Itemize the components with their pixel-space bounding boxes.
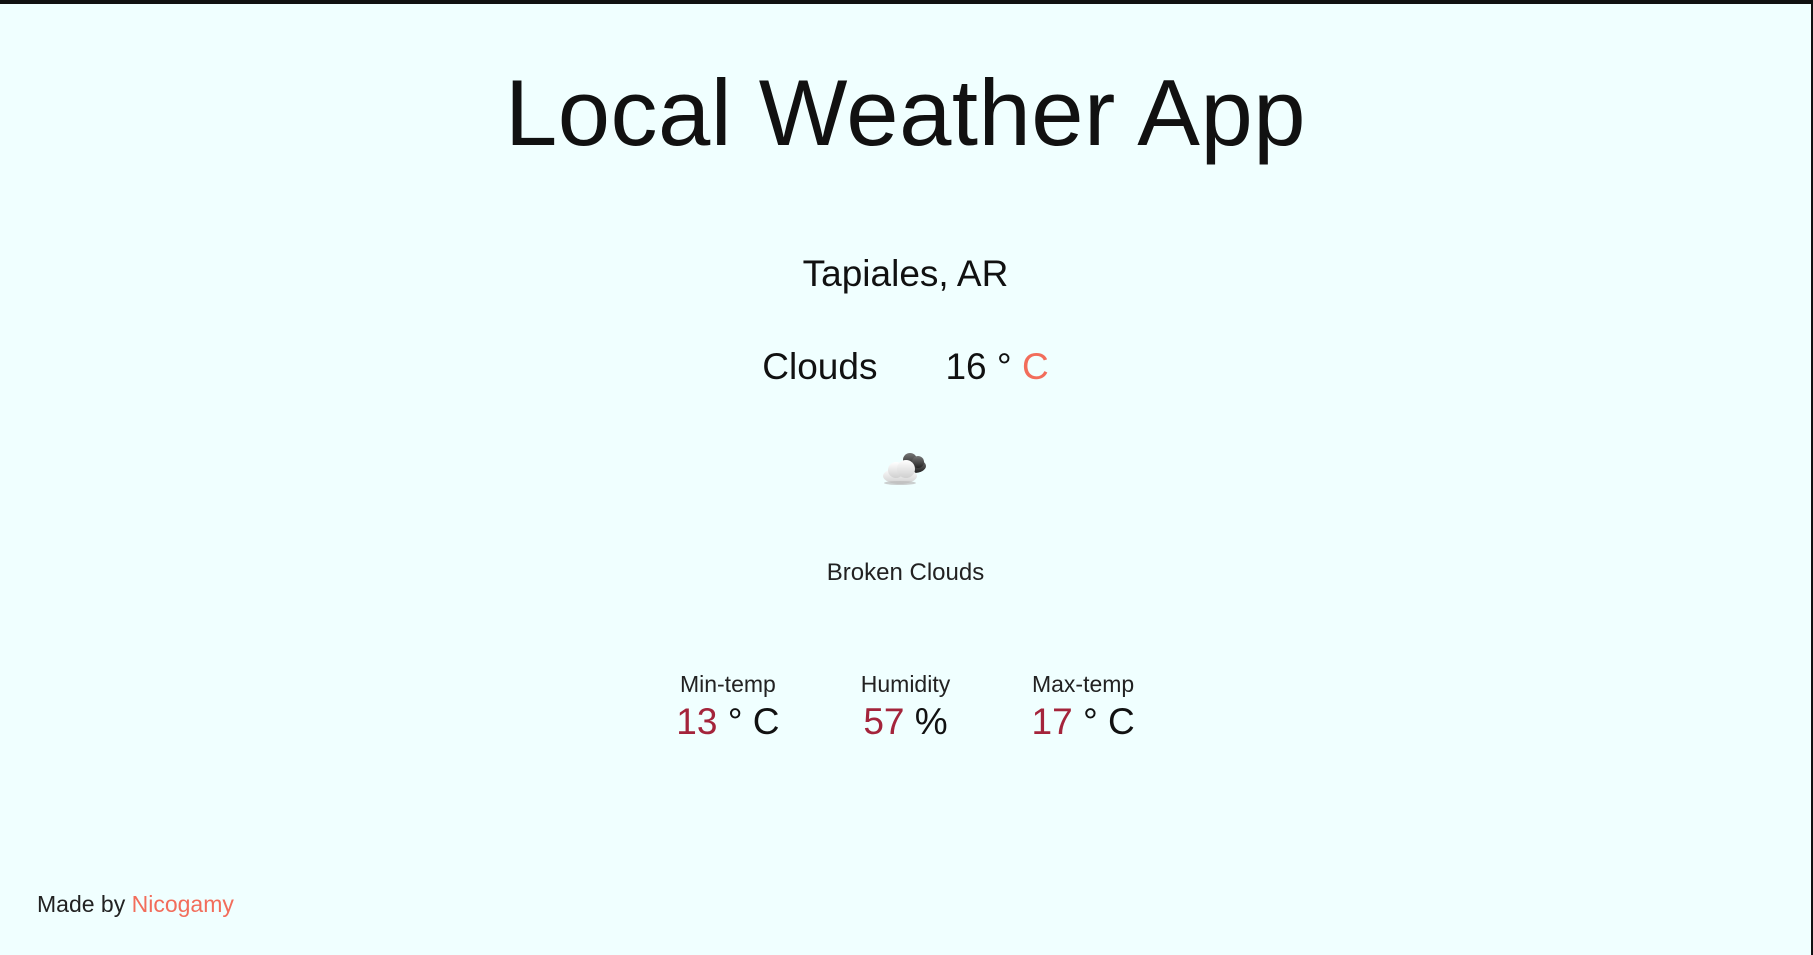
- footer-prefix: Made by: [37, 891, 126, 917]
- current-temp-value: 16: [945, 346, 987, 387]
- stat-humidity: Humidity 57 %: [856, 670, 956, 744]
- max-temp-unit: ° C: [1082, 701, 1135, 742]
- stat-label: Max-temp: [1031, 671, 1135, 697]
- stat-min-temp: Min-temp 13 ° C: [676, 670, 779, 744]
- broken-clouds-icon: [882, 453, 926, 485]
- condition-row: Clouds 16 ° C: [0, 345, 1811, 389]
- page-title: Local Weather App: [504, 60, 1307, 165]
- footer-credit: Made by Nicogamy: [37, 890, 234, 918]
- temp-unit-toggle[interactable]: C: [1022, 346, 1049, 387]
- min-temp-value: 13: [676, 701, 718, 742]
- stat-value: 17 ° C: [1032, 700, 1135, 744]
- weather-icon-container: [0, 448, 1811, 488]
- current-temp-degree: °: [996, 346, 1012, 387]
- stat-label: Min-temp: [679, 671, 776, 697]
- max-temp-value: 17: [1031, 701, 1073, 742]
- humidity-unit: %: [914, 701, 948, 742]
- weather-stats: Min-temp 13 ° C Humidity 57 % Max-temp 1…: [0, 670, 1811, 744]
- min-temp-unit: ° C: [727, 701, 780, 742]
- stat-value: 13 ° C: [676, 700, 779, 744]
- location-label: Tapiales, AR: [802, 253, 1009, 294]
- current-temperature: 16 ° C: [945, 345, 1048, 389]
- author-link[interactable]: Nicogamy: [132, 891, 234, 917]
- condition-label: Clouds: [762, 346, 878, 387]
- weather-description: Broken Clouds: [826, 559, 985, 586]
- humidity-value: 57: [863, 701, 905, 742]
- stat-max-temp: Max-temp 17 ° C: [1032, 670, 1135, 744]
- weather-page: Local Weather App Tapiales, AR Clouds 16…: [0, 0, 1811, 955]
- stat-value: 57 %: [863, 700, 947, 744]
- stat-label: Humidity: [860, 671, 951, 697]
